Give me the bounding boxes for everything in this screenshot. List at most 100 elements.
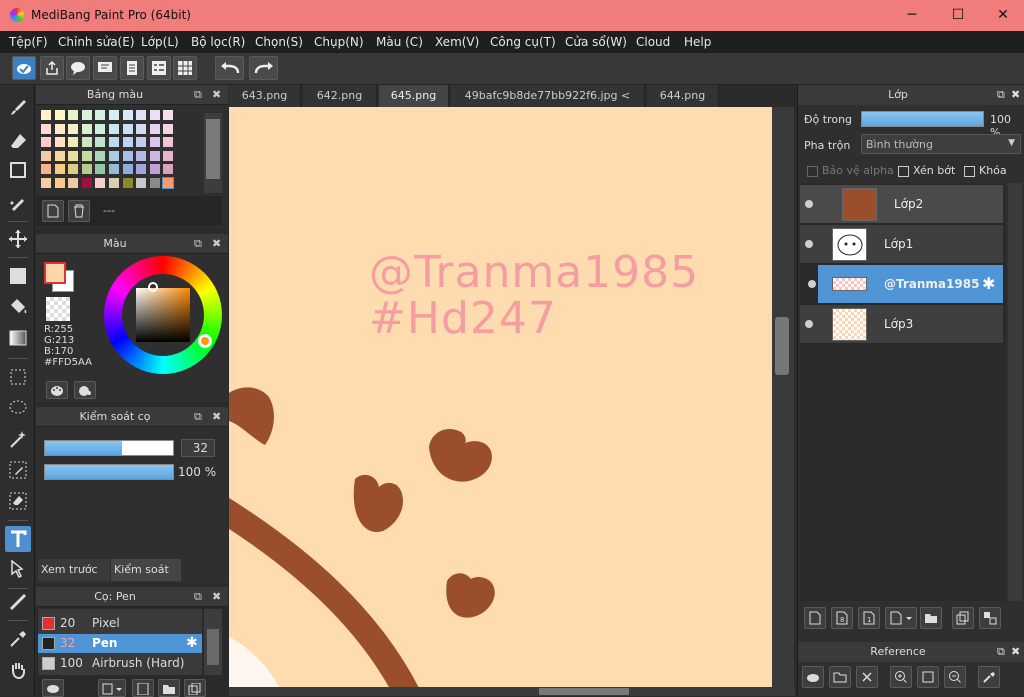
magic-wand-tool[interactable]: [5, 426, 31, 452]
tab-644[interactable]: 644.png: [647, 85, 719, 107]
color-swatch[interactable]: [53, 136, 66, 149]
color-palette-button[interactable]: [46, 381, 68, 399]
comment-button[interactable]: [66, 56, 90, 80]
color-swatch[interactable]: [148, 122, 161, 135]
select-pen-tool[interactable]: [5, 457, 31, 483]
color-swatch[interactable]: [148, 109, 161, 121]
tab-642[interactable]: 642.png: [303, 85, 377, 107]
bucket-tool[interactable]: [5, 293, 31, 319]
color-swatch[interactable]: [67, 136, 80, 149]
visibility-eye-icon[interactable]: [805, 240, 813, 248]
layer-item[interactable]: Lớp1: [800, 225, 1003, 264]
gear-icon[interactable]: ✱: [982, 274, 995, 293]
color-swatch[interactable]: [53, 109, 66, 121]
color-swatch[interactable]: [162, 149, 175, 162]
color-swatch[interactable]: [108, 177, 120, 189]
color-swatch[interactable]: [148, 163, 161, 176]
layer-list-scrollbar[interactable]: [1008, 183, 1022, 601]
hue-cursor[interactable]: [198, 334, 212, 348]
color-swatch[interactable]: [67, 177, 80, 189]
hand-tool[interactable]: [5, 657, 31, 683]
color-swatch[interactable]: [67, 163, 80, 176]
gear-icon[interactable]: ✱: [186, 635, 198, 651]
color-swatch[interactable]: [80, 163, 93, 176]
menu-filter[interactable]: Bộ lọc(R): [191, 35, 245, 49]
brush-list-scrollbar[interactable]: [204, 609, 222, 675]
brush-opacity-slider[interactable]: [44, 464, 174, 480]
color-swatch[interactable]: [148, 149, 161, 162]
brush-item-pen[interactable]: 32 Pen ✱: [38, 634, 202, 653]
visibility-eye-icon[interactable]: [805, 200, 813, 208]
canvas-vertical-scrollbar[interactable]: [772, 107, 794, 687]
menu-tools[interactable]: Công cụ(T): [490, 35, 556, 49]
menu-color[interactable]: Màu (C): [376, 35, 423, 49]
tab-brush-control[interactable]: Kiểm soát cọ: [111, 559, 181, 598]
color-swatch[interactable]: [80, 109, 93, 121]
tab-49bafc[interactable]: 49bafc9b8de77bb922f6.jpg < sRGB >: [451, 85, 645, 124]
color-swatch[interactable]: [162, 122, 175, 135]
undock-icon[interactable]: ⧉: [194, 590, 202, 604]
color-swatch[interactable]: [162, 177, 175, 189]
color-swatch[interactable]: [135, 136, 148, 149]
layer-item-selected[interactable]: @Tranma1985 ✱: [818, 265, 1003, 304]
new-8bit-layer-button[interactable]: 8: [831, 607, 853, 629]
color-swatch[interactable]: [53, 163, 66, 176]
color-swatch[interactable]: [94, 163, 107, 176]
close-panel-icon[interactable]: ✖: [1011, 645, 1020, 658]
color-swatch[interactable]: [135, 109, 148, 121]
color-swatch[interactable]: [94, 122, 107, 135]
close-panel-icon[interactable]: ✖: [212, 410, 221, 423]
color-swatch[interactable]: [121, 122, 134, 135]
duplicate-layer-button[interactable]: [952, 607, 974, 629]
visibility-eye-icon[interactable]: [808, 280, 816, 288]
select-eraser-tool[interactable]: [5, 488, 31, 514]
undo-button[interactable]: [215, 56, 244, 80]
visibility-eye-icon[interactable]: [805, 320, 813, 328]
reference-close-button[interactable]: [856, 666, 878, 688]
color-swatch[interactable]: [80, 177, 93, 189]
color-swatch[interactable]: [40, 136, 52, 149]
color-swatch[interactable]: [108, 136, 120, 149]
dot-tool[interactable]: [5, 190, 31, 216]
lasso-tool[interactable]: [5, 395, 31, 421]
color-swatch[interactable]: [135, 122, 148, 135]
menu-file[interactable]: Tệp(F): [9, 35, 48, 49]
drawing-canvas[interactable]: @Tranma1985 #Hd247: [229, 107, 772, 687]
color-swatch[interactable]: [135, 163, 148, 176]
color-swatch[interactable]: [53, 177, 66, 189]
color-swatch[interactable]: [162, 163, 175, 176]
new-layer-button[interactable]: [804, 607, 826, 629]
menu-select[interactable]: Chọn(S): [255, 35, 303, 49]
text-tool[interactable]: [5, 526, 31, 552]
menu-view[interactable]: Xem(V): [435, 35, 479, 49]
undock-icon[interactable]: ⧉: [194, 88, 202, 102]
sv-cursor[interactable]: [148, 282, 158, 292]
select-rect-tool[interactable]: [5, 364, 31, 390]
eraser-tool[interactable]: [5, 129, 31, 155]
divide-tool[interactable]: [5, 589, 31, 615]
undock-icon[interactable]: ⧉: [997, 88, 1005, 102]
color-swatch[interactable]: [40, 122, 52, 135]
menu-edit[interactable]: Chỉnh sửa(E): [58, 35, 135, 49]
color-swatch[interactable]: [135, 177, 148, 189]
reference-cloud-button[interactable]: [802, 666, 824, 688]
layer-folder-button[interactable]: [920, 607, 942, 629]
color-swatch[interactable]: [40, 109, 52, 121]
menu-cloud[interactable]: Cloud: [636, 35, 670, 49]
color-swatch[interactable]: [53, 122, 66, 135]
document-button[interactable]: [120, 56, 144, 80]
reference-open-button[interactable]: [829, 666, 851, 688]
new-1bit-layer-button[interactable]: 1: [858, 607, 880, 629]
brush-folder-button[interactable]: [158, 679, 180, 697]
cloud-check-button[interactable]: [12, 56, 36, 80]
color-swatch[interactable]: [40, 149, 52, 162]
color-swatch[interactable]: [94, 149, 107, 162]
foreground-color-swatch[interactable]: [44, 262, 66, 284]
color-swatch[interactable]: [94, 136, 107, 149]
color-swatch[interactable]: [121, 136, 134, 149]
grid-button[interactable]: [173, 56, 197, 80]
color-swatch[interactable]: [148, 136, 161, 149]
color-swatch[interactable]: [121, 149, 134, 162]
reference-eyedropper-button[interactable]: [978, 666, 1000, 688]
balloon-button[interactable]: [93, 56, 117, 80]
